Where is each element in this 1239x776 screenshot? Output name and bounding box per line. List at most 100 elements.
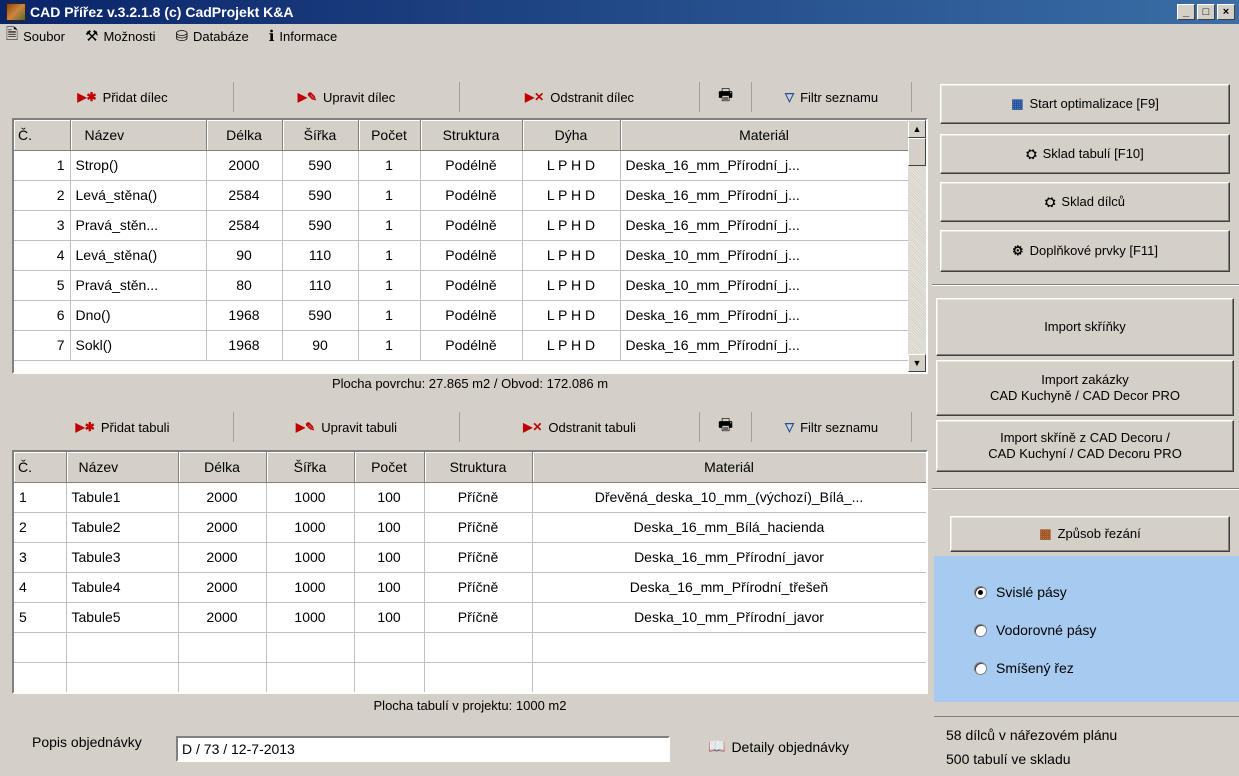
col-header[interactable]: Dýha [522, 120, 621, 151]
part-stock-button[interactable]: ⛭ Sklad dílců [940, 182, 1230, 222]
table-cell[interactable]: Deska_16_mm_Přírodní_j... [620, 180, 909, 211]
import-order-button[interactable]: Import zakázky CAD Kuchyně / CAD Decor P… [936, 360, 1234, 416]
table-row[interactable]: 2 Tabule2 2000 1000 100 Příčně Deska_16_mm_Bíl… [14, 512, 926, 543]
scroll-down-arrow[interactable]: ▼ [908, 354, 926, 372]
table-cell[interactable]: 80 [206, 270, 283, 301]
table-cell[interactable] [178, 662, 267, 692]
table-cell[interactable]: Podélně [420, 180, 523, 211]
table-cell[interactable]: Podélně [420, 150, 523, 181]
table-row[interactable] [14, 632, 926, 663]
table-cell[interactable] [354, 632, 425, 663]
table-cell[interactable]: Strop() [70, 150, 207, 181]
add-part-button[interactable]: ▶✱ Přidat dílec [12, 82, 234, 112]
col-header[interactable]: Název [70, 120, 207, 151]
accessories-button[interactable]: ⚙ Doplňkové prvky [F11] [940, 230, 1230, 272]
table-cell[interactable]: Deska_10_mm_Přírodní_javor [532, 602, 926, 633]
table-row[interactable]: 5 Tabule5 2000 1000 100 Příčně Deska_10_mm_Pří… [14, 602, 926, 633]
table-cell[interactable]: Pravá_stěn... [70, 210, 207, 241]
table-cell[interactable]: 1 [14, 150, 71, 181]
table-cell[interactable]: Tabule3 [66, 542, 179, 573]
maximize-button[interactable]: □ [1197, 4, 1215, 20]
table-cell[interactable] [14, 632, 67, 663]
menu-moznosti[interactable]: ⚒ Možnosti [85, 27, 155, 45]
table-cell[interactable]: 110 [282, 240, 359, 271]
edit-part-button[interactable]: ▶✎ Upravit dílec [234, 82, 460, 112]
table-cell[interactable] [354, 662, 425, 692]
edit-sheet-button[interactable]: ▶✎ Upravit tabuli [234, 412, 460, 442]
table-cell[interactable]: L P H D [522, 180, 621, 211]
table-cell[interactable]: L P H D [522, 300, 621, 331]
table-cell[interactable]: Deska_16_mm_Přírodní_j... [620, 150, 909, 181]
table-cell[interactable]: 1 [358, 300, 421, 331]
table-cell[interactable]: 2000 [178, 512, 267, 543]
table-cell[interactable]: Levá_stěna() [70, 240, 207, 271]
parts-scrollbar[interactable]: ▲ ▼ [908, 120, 926, 372]
table-cell[interactable]: L P H D [522, 210, 621, 241]
table-cell[interactable]: 1 [358, 330, 421, 361]
menu-informace[interactable]: ℹ Informace [269, 27, 338, 45]
table-cell[interactable]: Deska_16_mm_Bílá_hacienda [532, 512, 926, 543]
table-cell[interactable]: 4 [14, 572, 67, 603]
radio-button[interactable] [974, 623, 987, 637]
table-cell[interactable]: Pravá_stěn... [70, 270, 207, 301]
title-bar[interactable]: CAD Přířez v.3.2.1.8 (c) CadProjekt K&A … [0, 0, 1239, 24]
radio-vertical[interactable]: Svislé pásy [974, 584, 1067, 600]
table-cell[interactable]: Podélně [420, 240, 523, 271]
table-cell[interactable]: Podélně [420, 210, 523, 241]
remove-sheet-button[interactable]: ▶✕ Odstranit tabuli [460, 412, 700, 442]
col-header[interactable]: Č. [14, 452, 67, 483]
table-cell[interactable]: 1 [14, 482, 67, 513]
col-header[interactable]: Počet [358, 120, 421, 151]
table-row[interactable]: 3 Pravá_stěn... 2584 590 1 Podélně L P H D Desk… [14, 210, 909, 241]
table-cell[interactable]: Podélně [420, 300, 523, 331]
table-cell[interactable] [532, 632, 926, 663]
table-cell[interactable]: 5 [14, 602, 67, 633]
table-cell[interactable] [424, 632, 533, 663]
table-cell[interactable]: 110 [282, 270, 359, 301]
scroll-up-arrow[interactable]: ▲ [908, 120, 926, 138]
filter-parts-button[interactable]: ▽ Filtr seznamu [752, 82, 912, 112]
radio-button[interactable] [974, 661, 987, 675]
table-cell[interactable]: 1 [358, 180, 421, 211]
table-cell[interactable]: Deska_16_mm_Přírodní_j... [620, 210, 909, 241]
filter-sheets-button[interactable]: ▽ Filtr seznamu [752, 412, 912, 442]
col-header[interactable]: Materiál [620, 120, 909, 151]
cut-method-button[interactable]: ▦ Způsob řezání [950, 516, 1230, 552]
table-row[interactable]: 3 Tabule3 2000 1000 100 Příčně Deska_16_mm_Pří… [14, 542, 926, 573]
table-cell[interactable]: Deska_16_mm_Přírodní_javor [532, 542, 926, 573]
table-cell[interactable]: 6 [14, 300, 71, 331]
table-cell[interactable]: 2584 [206, 210, 283, 241]
table-cell[interactable]: 590 [282, 300, 359, 331]
table-cell[interactable] [532, 662, 926, 692]
sheets-table[interactable]: Č. Název Délka Šířka Počet Struktura Mat… [12, 450, 928, 694]
add-sheet-button[interactable]: ▶✱ Přidat tabuli [12, 412, 234, 442]
table-row[interactable]: 4 Tabule4 2000 1000 100 Příčně Deska_16_mm_Pří… [14, 572, 926, 603]
scroll-thumb[interactable] [908, 138, 926, 166]
table-cell[interactable]: 1968 [206, 330, 283, 361]
col-header[interactable]: Název [66, 452, 179, 483]
table-cell[interactable]: 590 [282, 150, 359, 181]
table-cell[interactable]: 90 [282, 330, 359, 361]
table-row[interactable]: 2 Levá_stěna() 2584 590 1 Podélně L P H D Deska… [14, 180, 909, 211]
table-cell[interactable]: 100 [354, 542, 425, 573]
table-cell[interactable]: 2000 [178, 602, 267, 633]
table-row[interactable]: 7 Sokl() 1968 90 1 Podélně L P H D Deska_16_mm_… [14, 330, 909, 361]
table-cell[interactable]: Sokl() [70, 330, 207, 361]
table-row[interactable] [14, 662, 926, 692]
radio-button[interactable] [974, 585, 987, 599]
order-details-button[interactable]: 📖 Detaily objednávky [708, 738, 849, 755]
table-cell[interactable]: L P H D [522, 150, 621, 181]
table-cell[interactable]: Deska_10_mm_Přírodní_j... [620, 240, 909, 271]
table-cell[interactable]: 1000 [266, 482, 355, 513]
col-header[interactable]: Struktura [424, 452, 533, 483]
table-cell[interactable]: Deska_16_mm_Přírodní_třešeň [532, 572, 926, 603]
table-cell[interactable]: Příčně [424, 482, 533, 513]
table-cell[interactable]: Příčně [424, 512, 533, 543]
table-cell[interactable]: Deska_16_mm_Přírodní_j... [620, 330, 909, 361]
table-cell[interactable] [424, 662, 533, 692]
table-cell[interactable]: 1 [358, 210, 421, 241]
table-cell[interactable]: 1000 [266, 542, 355, 573]
col-header[interactable]: Šířka [282, 120, 359, 151]
table-cell[interactable]: 2 [14, 512, 67, 543]
table-cell[interactable]: 1 [358, 270, 421, 301]
